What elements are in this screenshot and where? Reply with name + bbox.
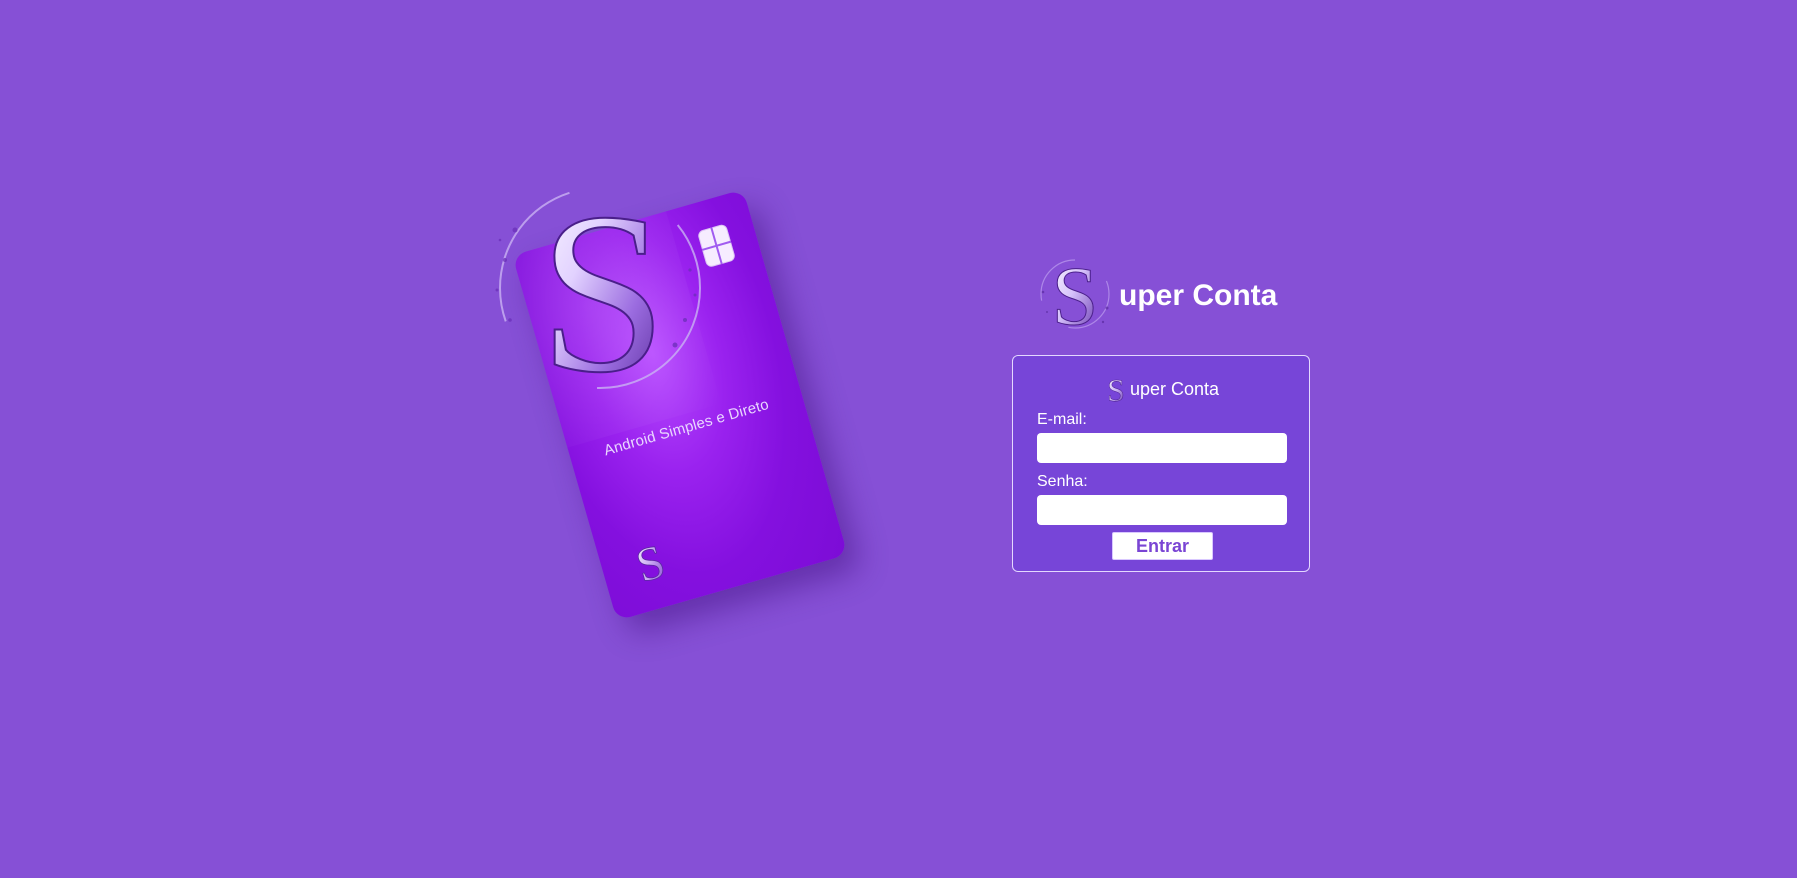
password-label: Senha: <box>1037 473 1088 490</box>
brand-name: uper Conta <box>1119 279 1278 312</box>
submit-button[interactable]: Entrar <box>1112 532 1213 560</box>
card-illustration: Android Simples e Direto S S <box>480 170 900 670</box>
big-s-logo-icon: S <box>495 170 701 405</box>
login-title: S uper Conta <box>1013 374 1309 404</box>
card-s-logo-icon: S <box>630 534 671 593</box>
email-field[interactable] <box>1037 433 1287 463</box>
brand-header: S uper Conta <box>1035 252 1277 336</box>
email-label: E-mail: <box>1037 411 1087 428</box>
login-s-logo-icon: S <box>1107 374 1125 404</box>
login-title-text: uper Conta <box>1129 378 1220 399</box>
svg-text:S: S <box>1052 252 1099 336</box>
svg-text:S: S <box>630 535 670 593</box>
svg-text:S: S <box>1107 374 1125 404</box>
password-field[interactable] <box>1037 495 1287 525</box>
login-form: S uper Conta E-mail: Senha: Entrar <box>1012 355 1310 572</box>
brand-s-logo-icon: S <box>1040 252 1110 336</box>
login-page: Android Simples e Direto S S S uper Cont… <box>0 0 1797 878</box>
svg-text:S: S <box>539 170 667 405</box>
